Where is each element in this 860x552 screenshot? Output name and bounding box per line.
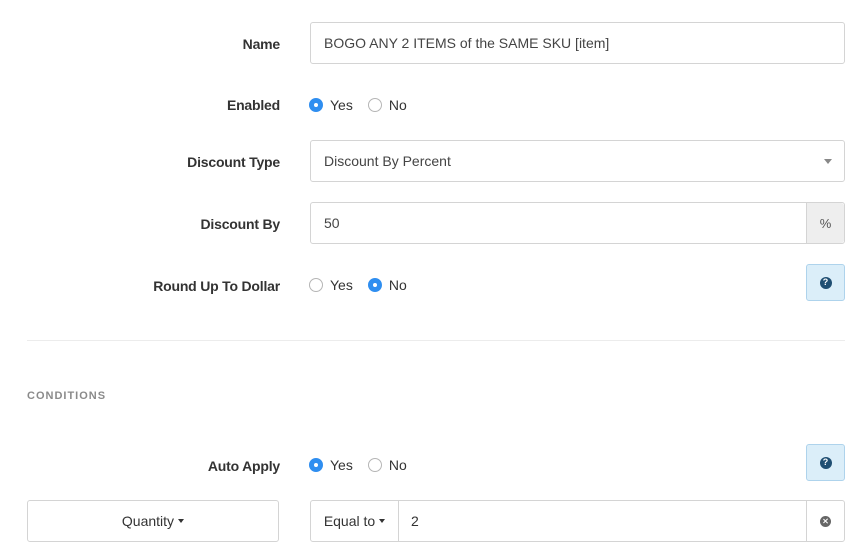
- round-up-no-radio[interactable]: [367, 278, 382, 292]
- enabled-no-radio[interactable]: [367, 98, 382, 112]
- auto-apply-label: Auto Apply: [207, 458, 280, 474]
- condition-remove-button[interactable]: [806, 501, 844, 541]
- enabled-label: Enabled: [226, 97, 280, 113]
- conditions-section-title: CONDITIONS: [27, 390, 107, 402]
- enabled-yes-label: Yes: [330, 97, 353, 113]
- name-input-value: BOGO ANY 2 ITEMS of the SAME SKU [item]: [324, 35, 610, 51]
- auto-apply-yes-radio[interactable]: [309, 458, 323, 472]
- auto-apply-no-option[interactable]: No: [367, 457, 407, 473]
- condition-operator-label: Equal to: [323, 513, 376, 529]
- enabled-no-label: No: [388, 97, 407, 113]
- enabled-radio-group: Yes No: [309, 97, 422, 113]
- auto-apply-radio-group: Yes No: [309, 457, 422, 473]
- round-up-yes-label: Yes: [330, 277, 353, 293]
- condition-value-group: Equal to 2: [310, 500, 845, 542]
- discount-by-value: 50: [324, 215, 340, 231]
- condition-operator-dropdown[interactable]: Equal to: [311, 501, 399, 541]
- discount-type-label: Discount Type: [187, 154, 280, 170]
- round-up-radio-group: Yes No: [309, 277, 422, 293]
- round-up-yes-option[interactable]: Yes: [309, 277, 353, 293]
- auto-apply-no-radio[interactable]: [367, 458, 382, 472]
- condition-value-input[interactable]: 2: [399, 501, 806, 541]
- round-up-label: Round Up To Dollar: [153, 278, 280, 294]
- round-up-yes-radio[interactable]: [309, 278, 323, 292]
- auto-apply-yes-label: Yes: [330, 457, 353, 473]
- discount-by-input[interactable]: 50 %: [310, 202, 845, 244]
- question-circle-icon: ?: [819, 276, 832, 289]
- name-label: Name: [242, 36, 281, 52]
- round-up-no-option[interactable]: No: [367, 277, 407, 293]
- section-divider: [27, 340, 845, 341]
- condition-field-label: Quantity: [121, 513, 175, 529]
- discount-type-select[interactable]: Discount By Percent: [310, 140, 845, 182]
- condition-value-text: 2: [411, 513, 419, 529]
- percent-addon: %: [806, 203, 844, 243]
- auto-apply-no-label: No: [388, 457, 407, 473]
- round-up-no-label: No: [388, 277, 407, 293]
- question-circle-icon: ?: [819, 456, 832, 469]
- condition-field-dropdown[interactable]: Quantity: [27, 500, 279, 542]
- enabled-no-option[interactable]: No: [367, 97, 407, 113]
- caret-down-icon: [379, 519, 386, 523]
- discount-type-value: Discount By Percent: [324, 153, 451, 169]
- name-input[interactable]: BOGO ANY 2 ITEMS of the SAME SKU [item]: [310, 22, 845, 64]
- auto-apply-yes-option[interactable]: Yes: [309, 457, 353, 473]
- caret-down-icon: [178, 519, 185, 523]
- auto-apply-help-button[interactable]: ?: [806, 444, 845, 481]
- close-circle-icon: [820, 515, 831, 527]
- discount-form: Name BOGO ANY 2 ITEMS of the SAME SKU [i…: [0, 0, 860, 552]
- caret-down-icon: [824, 159, 832, 164]
- discount-by-label: Discount By: [200, 216, 281, 232]
- round-up-help-button[interactable]: ?: [806, 264, 845, 301]
- enabled-yes-option[interactable]: Yes: [309, 97, 353, 113]
- enabled-yes-radio[interactable]: [309, 98, 323, 112]
